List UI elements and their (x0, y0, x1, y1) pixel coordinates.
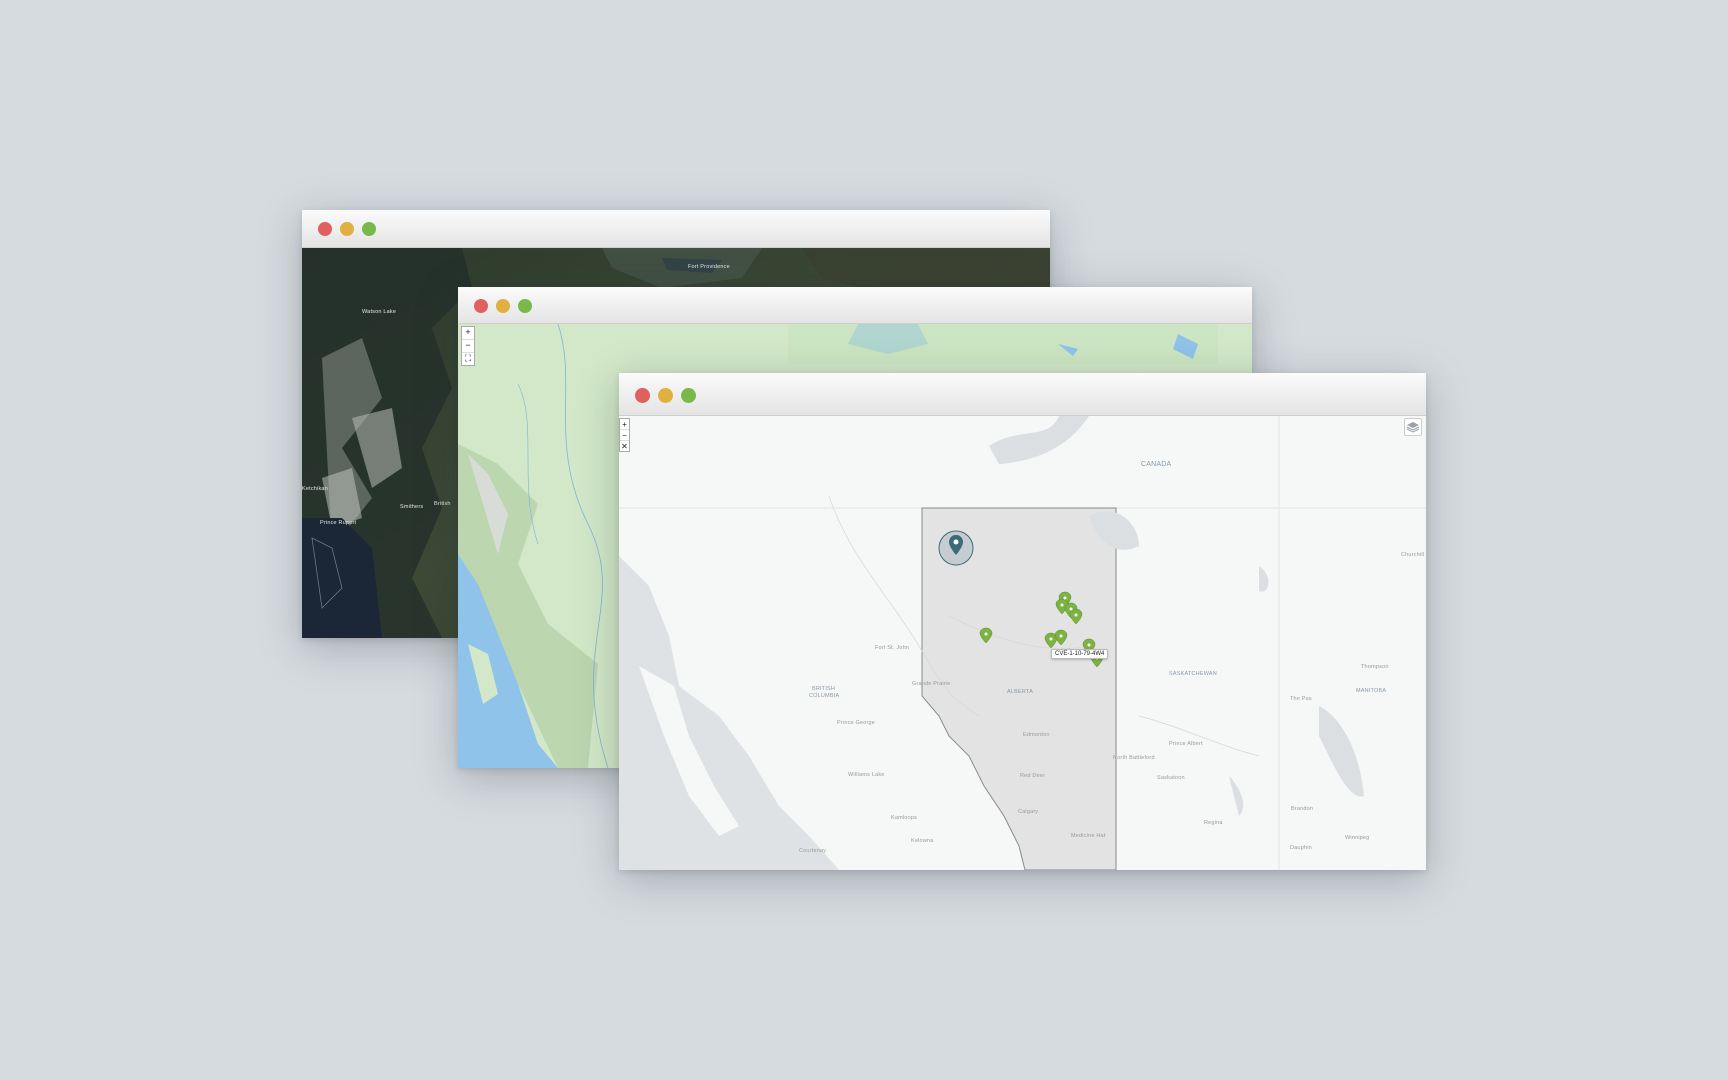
map-label-fort-providence: Fort Providence (688, 264, 730, 270)
map-label-fort-st-john: Fort St. John (875, 645, 910, 651)
map-label-british: British (434, 501, 451, 507)
map-label-british-columbia-2: COLUMBIA (809, 693, 840, 699)
minimize-button[interactable] (496, 299, 510, 313)
main-basemap (619, 416, 1426, 870)
zoom-out-button[interactable]: − (620, 430, 629, 441)
fullscreen-button[interactable]: ✕ (620, 441, 629, 451)
map-label-smithers: Smithers (400, 504, 424, 510)
map-label-saskatoon: Saskatoon (1157, 775, 1185, 781)
map-label-north-battleford: North Battleford (1113, 755, 1155, 761)
map-label-saskatchewan: SASKATCHEWAN (1169, 671, 1217, 677)
map-label-prince-george: Prince George (837, 720, 876, 726)
map-label-canada: CANADA (1141, 461, 1172, 468)
map-label-kelowna: Kelowna (911, 838, 934, 844)
zoom-in-button[interactable]: + (462, 327, 474, 340)
topo-zoom-controls: + − ⛶ (461, 326, 475, 366)
window-titlebar (619, 373, 1426, 416)
map-label-ketchikan: Ketchikan (302, 486, 328, 492)
map-label-watson-lake: Watson Lake (362, 309, 397, 315)
map-label-dauphin: Dauphin (1290, 845, 1312, 851)
map-label-kamloops: Kamloops (891, 815, 918, 821)
map-label-winnipeg: Winnipeg (1345, 835, 1370, 841)
main-zoom-controls: + − ✕ (619, 418, 630, 452)
close-button[interactable] (635, 388, 650, 403)
map-label-williams-lake: Williams Lake (848, 772, 885, 778)
map-label-british-columbia: BRITISH (812, 686, 836, 692)
main-map-window: CVE-1-10-79-4W4 CANADA BRITISH COLUMBIA … (619, 373, 1426, 870)
maximize-button[interactable] (362, 222, 376, 236)
map-label-calgary: Calgary (1018, 809, 1039, 815)
map-label-regina: Regina (1204, 820, 1223, 826)
map-label-brandon: Brandon (1291, 806, 1314, 812)
map-label-prince-rupert: Prince Rupert (320, 520, 357, 526)
maximize-button[interactable] (518, 299, 532, 313)
minimize-button[interactable] (658, 388, 673, 403)
layers-icon (1406, 422, 1420, 433)
map-label-thompson: Thompson (1361, 664, 1389, 670)
window-titlebar (458, 287, 1252, 324)
map-label-alberta: ALBERTA (1007, 689, 1033, 695)
map-label-medicine-hat: Medicine Hat (1071, 833, 1106, 839)
maximize-button[interactable] (681, 388, 696, 403)
fullscreen-button[interactable]: ⛶ (462, 353, 474, 365)
close-button[interactable] (474, 299, 488, 313)
map-label-prince-albert: Prince Albert (1169, 741, 1203, 747)
map-label-the-pas: The Pas (1290, 696, 1312, 702)
window-titlebar (302, 210, 1050, 248)
map-label-courtenay: Courtenay (799, 848, 827, 854)
map-label-edmonton: Edmonton (1023, 732, 1050, 738)
zoom-out-button[interactable]: − (462, 340, 474, 353)
marker-tooltip: CVE-1-10-79-4W4 (1051, 649, 1109, 659)
map-label-manitoba: MANITOBA (1356, 688, 1387, 694)
map-label-grande-prairie: Grande Prairie (912, 681, 951, 687)
map-label-red-deer: Red Deer (1020, 773, 1046, 779)
minimize-button[interactable] (340, 222, 354, 236)
zoom-in-button[interactable]: + (620, 419, 629, 430)
selected-marker[interactable] (936, 528, 976, 568)
main-map[interactable]: CVE-1-10-79-4W4 CANADA BRITISH COLUMBIA … (619, 416, 1426, 870)
map-label-churchill: Churchill (1401, 552, 1425, 558)
layers-button[interactable] (1404, 418, 1422, 436)
close-button[interactable] (318, 222, 332, 236)
